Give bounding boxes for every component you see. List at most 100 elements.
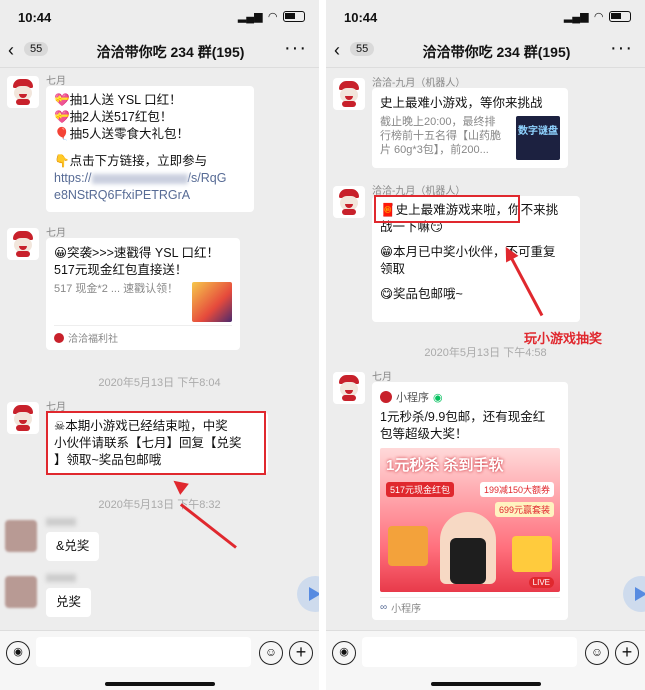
timestamp: 2020年5月13日 下午4:58 [424, 347, 547, 359]
wifi-icon: ◠ [594, 11, 603, 23]
avatar[interactable] [5, 576, 37, 608]
message-line: 领取 [380, 262, 406, 276]
back-icon[interactable]: ‹ [334, 40, 340, 61]
floating-window-icon[interactable] [297, 576, 319, 612]
signal-icons: ▂▄▆ ◠ [238, 10, 305, 23]
link-card[interactable]: 😀突袭>>>速戳得 YSL 口红！517元现金红包直接送！ 517 现金*2 .… [46, 238, 240, 350]
app-icon [380, 391, 392, 403]
promo-banner: 1元秒杀 杀到手软 517元现金红包 199减150大额券 699元赢套装 LI… [380, 448, 560, 592]
card-text-line: 1元秒杀/9.9包邮，还有现金红 [380, 410, 546, 424]
card-source: 小程序 [391, 604, 422, 615]
chat-list[interactable]: 洽洽-九月（机器人） 史上最难小游戏，等你来挑战 截止晚上20:00，最终排 行… [326, 68, 645, 630]
avatar[interactable] [7, 402, 39, 434]
message-bubble[interactable]: 兑奖 [46, 588, 92, 617]
timestamp: 2020年5月13日 下午8:04 [98, 377, 221, 389]
sender-name: 洽洽-九月（机器人） [372, 186, 466, 197]
app-label: 小程序 [396, 392, 429, 404]
avatar[interactable] [7, 76, 39, 108]
voice-icon[interactable]: ◉ [6, 641, 30, 665]
chat-list[interactable]: 七月 💝抽1人送 YSL 口红！ 💝抽2人送517红包！ 🎈抽5人送零食大礼包！… [0, 68, 319, 630]
sender-name: 七月 [46, 76, 66, 87]
annotation-arrowhead [169, 475, 189, 495]
more-icon[interactable]: ··· [284, 37, 307, 60]
message-input[interactable] [362, 637, 577, 667]
message-bubble[interactable]: 🧧史上最难游戏来啦，你不来挑 战一下嘛😏 😁本月已中奖小伙伴，不可重复 领取 😋… [372, 196, 580, 322]
card-text-line: 包等超级大奖！ [380, 427, 468, 441]
left-phone-screen: 10:44 ▂▄▆ ◠ ‹ 55 洽洽带你吃 234 群(195) ··· 七月 … [0, 0, 319, 690]
voice-icon[interactable]: ◉ [332, 641, 356, 665]
banner-tag: 517元现金红包 [386, 482, 455, 497]
cell-signal-icon: ▂▄▆ [563, 11, 589, 23]
mascot-icon [337, 81, 361, 107]
avatar[interactable] [333, 186, 365, 218]
unread-badge[interactable]: 55 [350, 42, 375, 56]
status-time: 10:44 [18, 10, 52, 25]
message-text: 兑奖 [56, 595, 82, 609]
product-box [388, 526, 428, 566]
input-bar: ◉ ☺ + [326, 630, 645, 690]
model-figure-body [450, 538, 486, 584]
mascot-icon [337, 375, 361, 401]
signal-icons: ▂▄▆ ◠ [564, 10, 631, 23]
sender-name: 洽洽-九月（机器人） [372, 78, 466, 89]
mini-program-header: 小程序 ◉ [380, 389, 560, 405]
message-line: 😁本月已中奖小伙伴，不可重复 [380, 245, 556, 259]
message-line: 小伙伴请联系【七月】回复【兑奖 [54, 436, 242, 450]
emoji-icon[interactable]: ☺ [585, 641, 609, 665]
card-title: 😀突袭>>>速戳得 YSL 口红！517元现金红包直接送！ [54, 246, 220, 277]
banner-headline: 1元秒杀 杀到手软 [386, 457, 504, 474]
avatar[interactable] [5, 520, 37, 552]
avatar[interactable] [333, 372, 365, 404]
message-input[interactable] [36, 637, 251, 667]
verified-icon: ◉ [433, 391, 443, 404]
message-line: 🧧史上最难游戏来啦，你不来挑 [380, 203, 559, 217]
chat-nav-bar: ‹ 55 洽洽带你吃 234 群(195) ··· [326, 34, 645, 68]
message-line [380, 278, 572, 286]
card-footer: ∞ 小程序 [380, 600, 421, 615]
message-link[interactable]: https:///s/RqG [54, 170, 246, 187]
sender-name-redacted [46, 574, 76, 582]
message-line: ☠本期小游戏已经结束啦，中奖 [54, 419, 228, 433]
message-line: 👇点击下方链接，立即参与 [54, 154, 208, 168]
plus-icon[interactable]: + [615, 641, 639, 665]
status-bar: 10:44 ▂▄▆ ◠ [326, 0, 645, 34]
card-divider [380, 597, 560, 598]
sender-name: 七月 [372, 372, 392, 383]
emoji-icon[interactable]: ☺ [259, 641, 283, 665]
input-bar: ◉ ☺ + [0, 630, 319, 690]
chat-nav-bar: ‹ 55 洽洽带你吃 234 群(195) ··· [0, 34, 319, 68]
more-icon[interactable]: ··· [610, 37, 633, 60]
sender-name: 七月 [46, 228, 66, 239]
redacted-link [91, 173, 188, 184]
status-bar: 10:44 ▂▄▆ ◠ [0, 0, 319, 34]
battery-icon [609, 11, 631, 22]
message-line [380, 236, 572, 244]
message-line: 😋奖品包邮哦~ [380, 287, 463, 301]
message-bubble[interactable]: 💝抽1人送 YSL 口红！ 💝抽2人送517红包！ 🎈抽5人送零食大礼包！ 👇点… [46, 86, 254, 212]
message-line: 🎈抽5人送零食大礼包！ [54, 127, 190, 141]
home-indicator[interactable] [430, 682, 541, 686]
mascot-icon [11, 231, 35, 257]
card-divider [54, 325, 232, 326]
card-thumbnail: 数字谜盘 [516, 116, 560, 160]
back-icon[interactable]: ‹ [8, 40, 14, 61]
avatar[interactable] [7, 228, 39, 260]
product-box [512, 536, 552, 572]
message-link[interactable]: e8NStRQ6FfxiPETRGrA [54, 187, 246, 204]
source-icon [54, 332, 64, 343]
card-desc: 517 现金*2 ... 速戳认领！ [54, 283, 179, 295]
sender-name: 七月 [46, 402, 66, 413]
floating-window-icon[interactable] [623, 576, 645, 612]
mini-program-card[interactable]: 小程序 ◉ 1元秒杀/9.9包邮，还有现金红 包等超级大奖！ 1元秒杀 杀到手软… [372, 382, 568, 620]
home-indicator[interactable] [104, 682, 215, 686]
mascot-icon [11, 79, 35, 105]
card-footer: 洽洽福利社 [54, 330, 118, 345]
chat-title: 洽洽带你吃 234 群(195) [422, 44, 571, 60]
message-bubble[interactable]: &兑奖 [46, 532, 100, 561]
message-bubble[interactable]: ☠本期小游戏已经结束啦，中奖 小伙伴请联系【七月】回复【兑奖 】领取~奖品包邮哦 [46, 412, 268, 474]
avatar[interactable] [333, 78, 365, 110]
game-card[interactable]: 史上最难小游戏，等你来挑战 截止晚上20:00，最终排 行榜前十五名得【山药脆 … [372, 88, 568, 168]
unread-badge[interactable]: 55 [24, 42, 49, 56]
plus-icon[interactable]: + [289, 641, 313, 665]
mascot-icon [11, 405, 35, 431]
